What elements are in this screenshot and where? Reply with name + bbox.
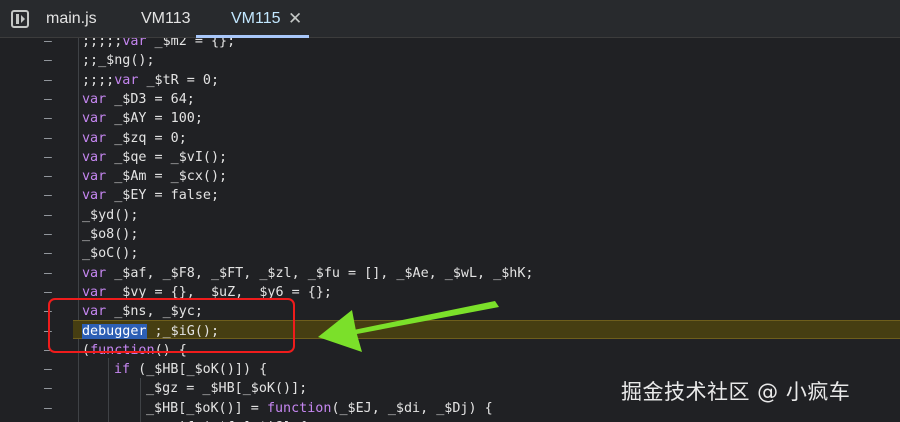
watermark: 掘金技术社区 @ 小疯车 bbox=[621, 380, 851, 404]
annotation-arrow-icon bbox=[318, 301, 499, 352]
